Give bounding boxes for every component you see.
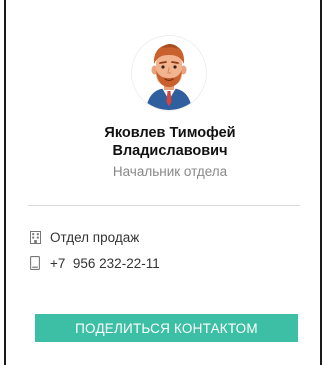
contact-card: Яковлев Тимофей Владиславович Начальник …	[0, 0, 326, 365]
card-border-right	[320, 0, 322, 365]
contact-name: Яковлев Тимофей Владиславович	[20, 124, 320, 160]
department-text: Отдел продаж	[50, 229, 140, 245]
phone-number[interactable]: +7 956 232-22-11	[50, 256, 160, 271]
avatar	[132, 36, 206, 110]
building-icon	[28, 229, 42, 245]
divider	[28, 205, 300, 206]
person-avatar-icon	[132, 36, 206, 110]
department-row: Отдел продаж	[28, 228, 139, 246]
mobile-phone-icon	[28, 255, 42, 271]
share-contact-button[interactable]: ПОДЕЛИТЬСЯ КОНТАКТОМ	[35, 314, 298, 342]
contact-name-line2: Владиславович	[112, 143, 228, 159]
card-border-left	[4, 0, 6, 365]
contact-position: Начальник отдела	[112, 164, 228, 179]
contact-name-line1: Яковлев Тимофей	[104, 125, 236, 141]
phone-row: +7 956 232-22-11	[28, 254, 160, 272]
